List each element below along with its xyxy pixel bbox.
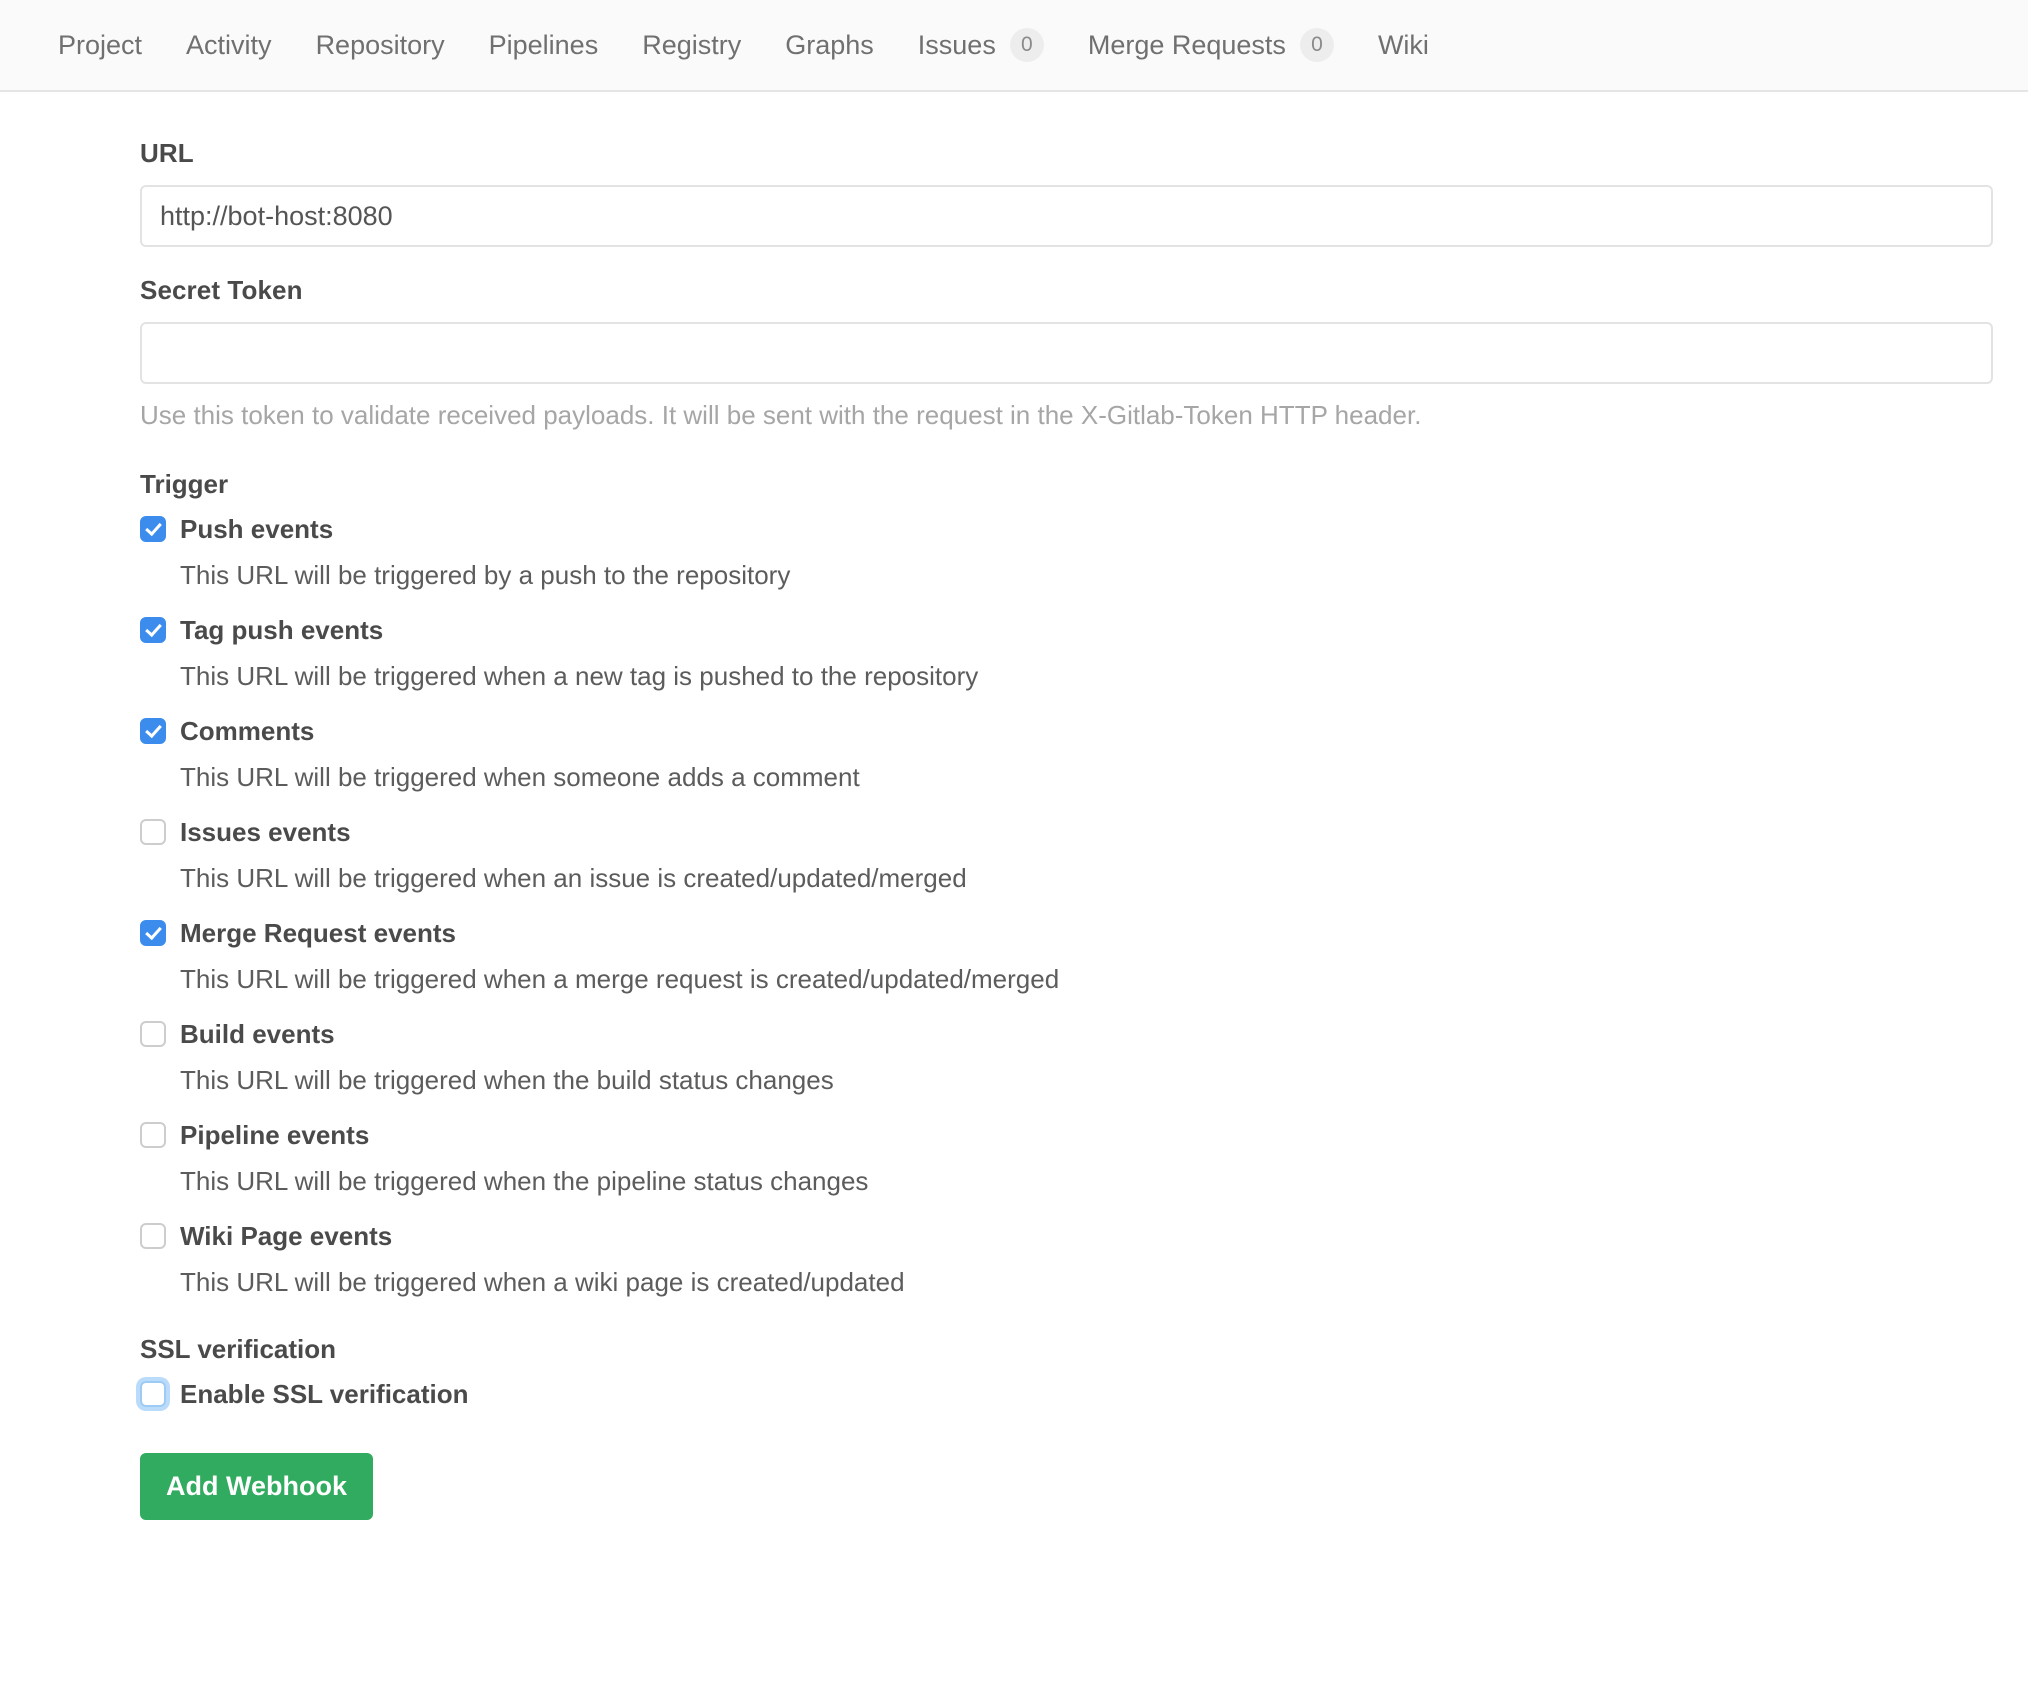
project-nav-bar: Project Activity Repository Pipelines Re… bbox=[0, 0, 2028, 92]
nav-item-label: Merge Requests bbox=[1088, 30, 1286, 61]
nav-item-label: Registry bbox=[642, 30, 741, 61]
nav-item-registry[interactable]: Registry bbox=[642, 30, 741, 61]
nav-item-label: Repository bbox=[316, 30, 445, 61]
trigger-row-pipeline-events: Pipeline events This URL will be trigger… bbox=[140, 1118, 1853, 1197]
url-input[interactable] bbox=[140, 185, 1993, 247]
nav-item-label: Activity bbox=[186, 30, 272, 61]
trigger-row-issues-events: Issues events This URL will be triggered… bbox=[140, 815, 1853, 894]
nav-item-graphs[interactable]: Graphs bbox=[785, 30, 874, 61]
pipeline-events-checkbox[interactable] bbox=[140, 1122, 166, 1148]
trigger-row-comments: Comments This URL will be triggered when… bbox=[140, 714, 1853, 793]
build-events-description: This URL will be triggered when the buil… bbox=[180, 1065, 1853, 1096]
nav-item-label: Pipelines bbox=[489, 30, 599, 61]
push-events-checkbox[interactable] bbox=[140, 516, 166, 542]
nav-item-activity[interactable]: Activity bbox=[186, 30, 272, 61]
issues-events-label[interactable]: Issues events bbox=[180, 817, 351, 848]
nav-item-merge-requests[interactable]: Merge Requests 0 bbox=[1088, 28, 1334, 62]
trigger-row-push-events: Push events This URL will be triggered b… bbox=[140, 512, 1853, 591]
ssl-section-heading: SSL verification bbox=[140, 1334, 1853, 1365]
ssl-verification-section: SSL verification Enable SSL verification bbox=[140, 1334, 1853, 1411]
wiki-page-events-label[interactable]: Wiki Page events bbox=[180, 1221, 392, 1252]
nav-item-pipelines[interactable]: Pipelines bbox=[489, 30, 599, 61]
build-events-checkbox[interactable] bbox=[140, 1021, 166, 1047]
nav-item-label: Wiki bbox=[1378, 30, 1429, 61]
secret-token-help-text: Use this token to validate received payl… bbox=[140, 400, 1853, 431]
enable-ssl-verification-label[interactable]: Enable SSL verification bbox=[180, 1379, 469, 1410]
webhook-form: URL Secret Token Use this token to valid… bbox=[0, 92, 1853, 1520]
comments-checkbox[interactable] bbox=[140, 718, 166, 744]
build-events-label[interactable]: Build events bbox=[180, 1019, 335, 1050]
trigger-row-build-events: Build events This URL will be triggered … bbox=[140, 1017, 1853, 1096]
tag-push-events-description: This URL will be triggered when a new ta… bbox=[180, 661, 1853, 692]
merge-request-events-checkbox[interactable] bbox=[140, 920, 166, 946]
merge-requests-count-badge: 0 bbox=[1300, 28, 1334, 62]
pipeline-events-description: This URL will be triggered when the pipe… bbox=[180, 1166, 1853, 1197]
issues-count-badge: 0 bbox=[1010, 28, 1044, 62]
merge-request-events-label[interactable]: Merge Request events bbox=[180, 918, 456, 949]
enable-ssl-verification-checkbox[interactable] bbox=[140, 1381, 166, 1407]
secret-token-input[interactable] bbox=[140, 322, 1993, 384]
wiki-page-events-description: This URL will be triggered when a wiki p… bbox=[180, 1267, 1853, 1298]
issues-events-description: This URL will be triggered when an issue… bbox=[180, 863, 1853, 894]
url-field-label: URL bbox=[140, 138, 1853, 169]
pipeline-events-label[interactable]: Pipeline events bbox=[180, 1120, 369, 1151]
merge-request-events-description: This URL will be triggered when a merge … bbox=[180, 964, 1853, 995]
secret-token-field-label: Secret Token bbox=[140, 275, 1853, 306]
comments-description: This URL will be triggered when someone … bbox=[180, 762, 1853, 793]
trigger-row-tag-push-events: Tag push events This URL will be trigger… bbox=[140, 613, 1853, 692]
add-webhook-button[interactable]: Add Webhook bbox=[140, 1453, 373, 1520]
nav-item-label: Issues bbox=[918, 30, 996, 61]
nav-item-wiki[interactable]: Wiki bbox=[1378, 30, 1429, 61]
nav-item-repository[interactable]: Repository bbox=[316, 30, 445, 61]
nav-item-issues[interactable]: Issues 0 bbox=[918, 28, 1044, 62]
tag-push-events-checkbox[interactable] bbox=[140, 617, 166, 643]
nav-item-project[interactable]: Project bbox=[58, 30, 142, 61]
issues-events-checkbox[interactable] bbox=[140, 819, 166, 845]
trigger-row-merge-request-events: Merge Request events This URL will be tr… bbox=[140, 916, 1853, 995]
wiki-page-events-checkbox[interactable] bbox=[140, 1223, 166, 1249]
trigger-section-heading: Trigger bbox=[140, 469, 1853, 500]
comments-label[interactable]: Comments bbox=[180, 716, 314, 747]
trigger-row-wiki-page-events: Wiki Page events This URL will be trigge… bbox=[140, 1219, 1853, 1298]
push-events-description: This URL will be triggered by a push to … bbox=[180, 560, 1853, 591]
tag-push-events-label[interactable]: Tag push events bbox=[180, 615, 383, 646]
push-events-label[interactable]: Push events bbox=[180, 514, 333, 545]
nav-item-label: Project bbox=[58, 30, 142, 61]
nav-item-label: Graphs bbox=[785, 30, 874, 61]
trigger-checkbox-list: Push events This URL will be triggered b… bbox=[140, 512, 1853, 1298]
